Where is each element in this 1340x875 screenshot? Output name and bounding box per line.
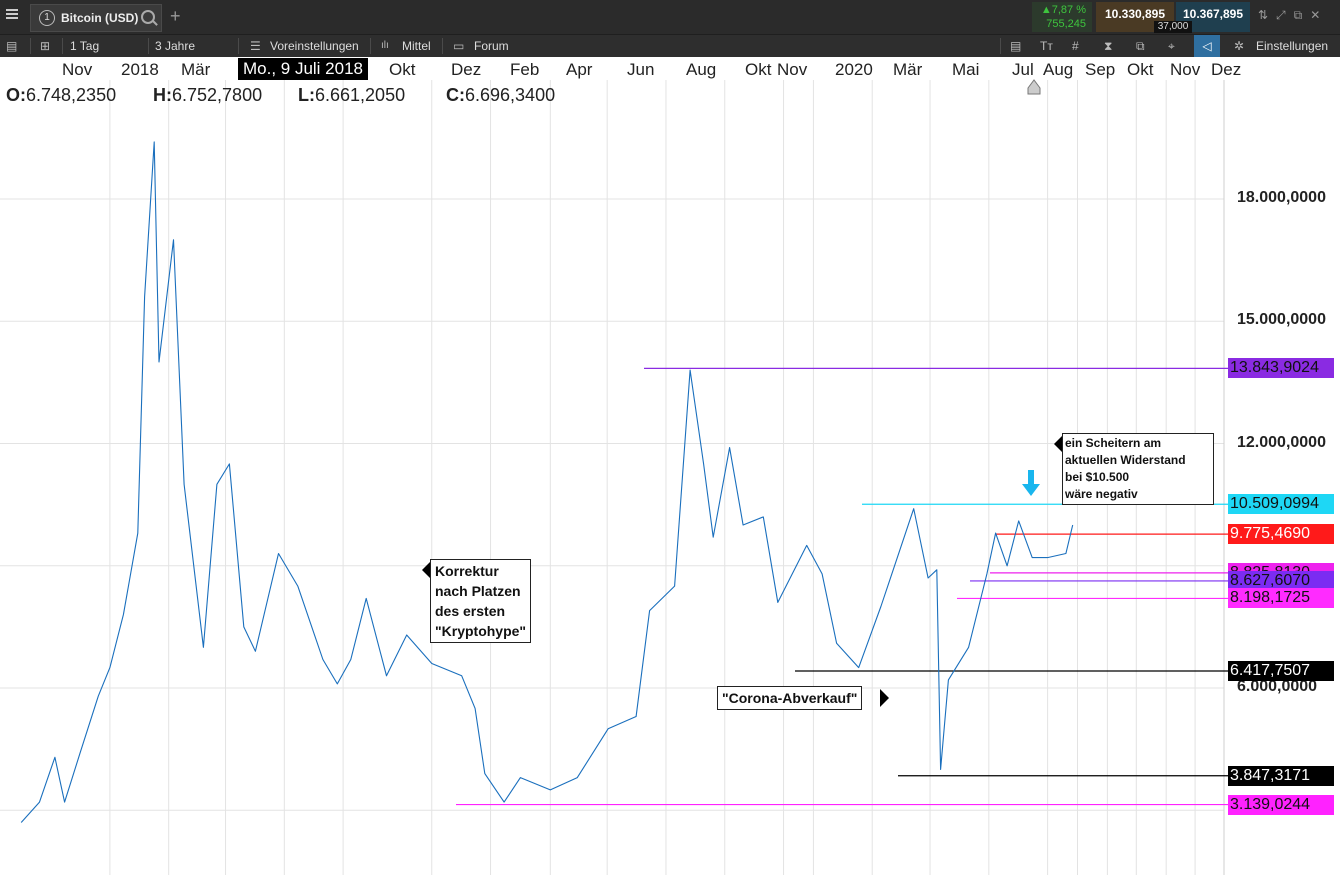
ohlc-open: O:6.748,2350	[6, 85, 117, 105]
annotation-pointer-icon	[1054, 436, 1062, 452]
x-tick-label: Jun	[627, 60, 655, 79]
cursor-date-label: Mo., 9 Juli 2018	[238, 58, 368, 80]
x-tick-label: Nov	[777, 60, 808, 79]
annotation-corona: "Corona-Abverkauf"	[717, 686, 863, 710]
x-tick-label: 2020	[835, 60, 873, 79]
price-level-label: 13.843,9024	[1228, 358, 1334, 379]
price-level-label: 3.847,3171	[1228, 765, 1334, 786]
y-tick-label: 15.000,0000	[1237, 311, 1326, 329]
x-tick-label: Dez	[451, 60, 482, 79]
x-tick-label: Okt	[745, 60, 772, 79]
x-tick-label: Feb	[510, 60, 540, 79]
x-tick-label: Jul	[1012, 60, 1034, 79]
x-tick-label: Apr	[566, 60, 593, 79]
x-tick-label: 2018	[121, 60, 159, 79]
ohlc-close: C:6.696,3400	[446, 85, 556, 105]
x-tick-label: Okt	[1127, 60, 1154, 79]
y-tick-label: 12.000,0000	[1237, 433, 1326, 451]
x-tick-label: Mär	[181, 60, 211, 79]
x-tick-label: Aug	[686, 60, 717, 79]
price-level-label: 6.417,7507	[1228, 660, 1334, 681]
x-tick-label: Nov	[1170, 60, 1201, 79]
price-level-label: 3.139,0244	[1228, 794, 1334, 815]
x-tick-label: Nov	[62, 60, 93, 79]
annotation-pointer-icon	[880, 689, 889, 707]
price-series-line	[20, 141, 1074, 823]
x-tick-label: Sep	[1085, 60, 1116, 79]
cursor-marker-icon	[1027, 79, 1041, 95]
x-tick-label: Dez	[1211, 60, 1242, 79]
y-tick-label: 18.000,0000	[1237, 189, 1326, 206]
x-tick-label: Mär	[893, 60, 923, 79]
annotation-resistance: ein Scheitern am aktuellen Widerstand be…	[1062, 433, 1214, 505]
x-tick-label: Okt	[389, 60, 416, 79]
price-level-label: 10.509,0994	[1228, 494, 1334, 515]
arrow-down-icon	[1022, 470, 1040, 496]
annotation-pointer-icon	[422, 562, 430, 578]
price-level-label: 8.198,1725	[1228, 588, 1334, 609]
x-tick-label: Mai	[952, 60, 980, 79]
annotation-correction: Korrektur nach Platzen des ersten "Krypt…	[430, 559, 532, 643]
ohlc-high: H:6.752,7800	[153, 85, 263, 105]
ohlc-low: L:6.661,2050	[298, 85, 406, 105]
x-tick-label: Aug	[1043, 60, 1074, 79]
price-level-label: 9.775,4690	[1228, 524, 1334, 545]
